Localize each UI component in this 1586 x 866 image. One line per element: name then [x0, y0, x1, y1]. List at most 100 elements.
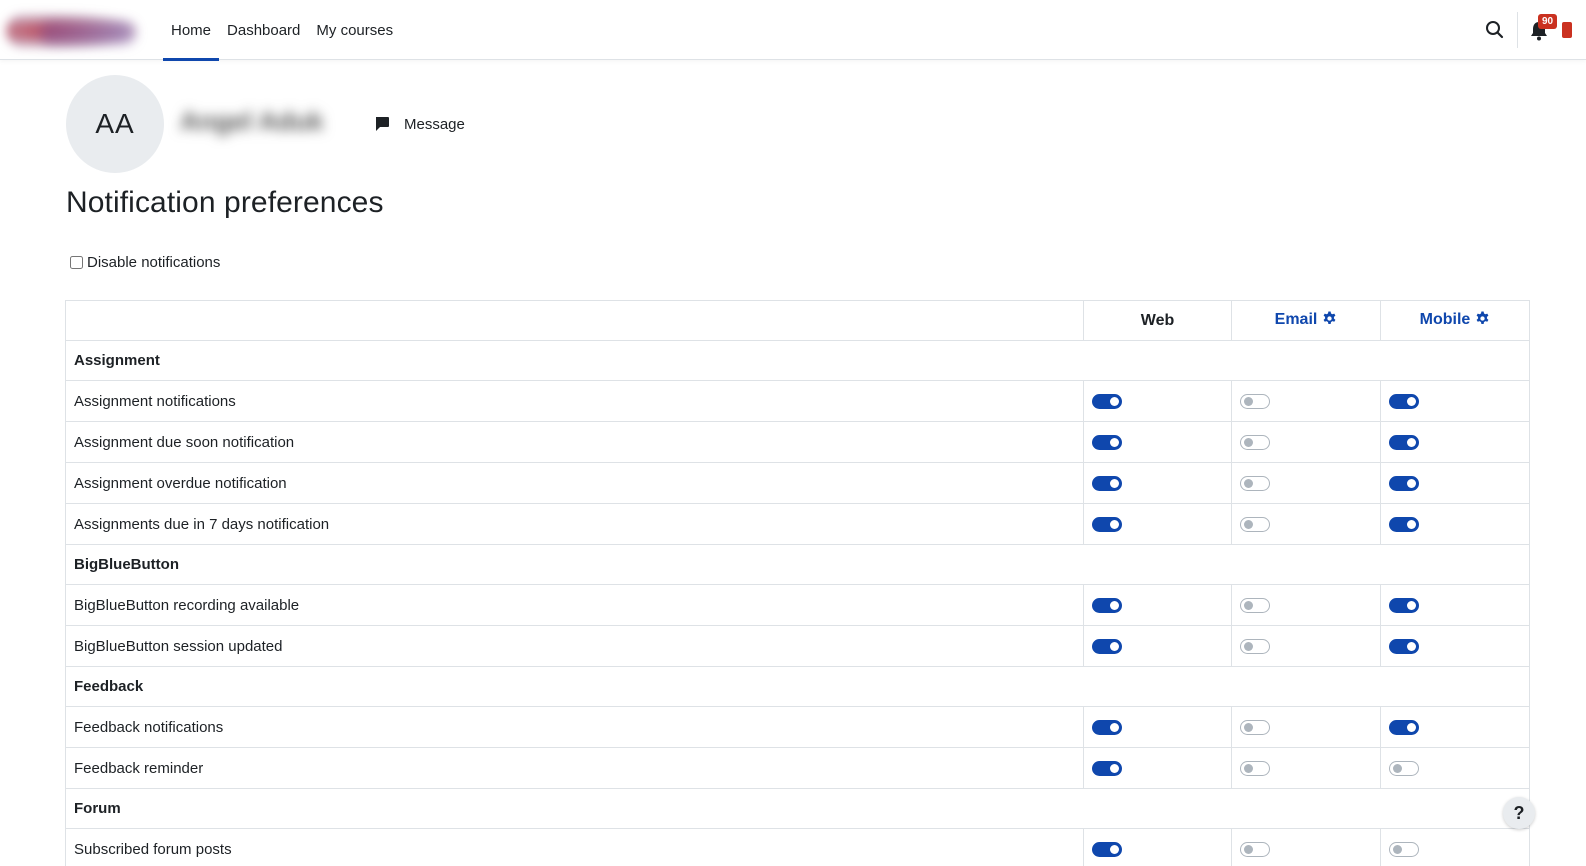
user-menu-icon[interactable] — [1562, 22, 1572, 38]
toggle-cell-web — [1083, 421, 1232, 463]
search-button[interactable] — [1484, 18, 1506, 42]
preference-label: Assignment overdue notification — [65, 462, 1084, 504]
preference-label: Assignments due in 7 days notification — [65, 503, 1084, 545]
toggle-knob — [1110, 764, 1119, 774]
table-row: Subscribed forum posts — [65, 828, 1530, 866]
toggle-cell-email — [1231, 584, 1381, 626]
primary-navigation: Home Dashboard My courses — [163, 0, 401, 61]
mobile-toggle-switch[interactable] — [1389, 394, 1419, 410]
toggle-cell-mobile — [1380, 747, 1530, 789]
toggle-cell-email — [1231, 828, 1381, 866]
nav-item-home[interactable]: Home — [163, 0, 220, 61]
toggle-knob — [1244, 601, 1253, 611]
header-spacer — [65, 300, 1084, 341]
table-row: Assignment overdue notification — [65, 462, 1530, 504]
toggle-cell-web — [1083, 625, 1232, 667]
table-row: BigBlueButton recording available — [65, 584, 1530, 626]
column-header-email[interactable]: Email — [1231, 300, 1381, 341]
column-header-mobile[interactable]: Mobile — [1380, 300, 1530, 341]
disable-notifications-checkbox[interactable] — [70, 255, 83, 269]
toggle-knob — [1110, 642, 1119, 652]
mobile-toggle-switch[interactable] — [1389, 598, 1419, 614]
message-icon — [376, 117, 389, 131]
email-toggle-switch[interactable] — [1240, 639, 1270, 655]
web-toggle-switch[interactable] — [1092, 761, 1122, 777]
site-logo[interactable] — [0, 0, 150, 60]
toggle-cell-email — [1231, 625, 1381, 667]
preference-label: Assignment due soon notification — [65, 421, 1084, 463]
preference-label: Subscribed forum posts — [65, 828, 1084, 866]
logo-text — [40, 22, 135, 44]
toggle-knob — [1110, 397, 1119, 407]
preference-label: Feedback notifications — [65, 706, 1084, 748]
mobile-toggle-switch[interactable] — [1389, 842, 1419, 858]
mobile-toggle-switch[interactable] — [1389, 435, 1419, 451]
toggle-cell-email — [1231, 462, 1381, 504]
top-navbar: Home Dashboard My courses — [0, 0, 1586, 61]
email-toggle-switch[interactable] — [1240, 476, 1270, 492]
help-button[interactable]: ? — [1503, 797, 1535, 829]
preference-label: BigBlueButton recording available — [65, 584, 1084, 626]
nav-item-dashboard[interactable]: Dashboard — [219, 0, 308, 60]
email-toggle-switch[interactable] — [1240, 517, 1270, 533]
web-toggle-switch[interactable] — [1092, 435, 1122, 451]
web-toggle-switch[interactable] — [1092, 842, 1122, 858]
toggle-cell-web — [1083, 503, 1232, 545]
toggle-knob — [1407, 601, 1416, 611]
toggle-knob — [1244, 723, 1253, 733]
gear-icon[interactable] — [1322, 310, 1337, 331]
toggle-knob — [1110, 723, 1119, 733]
table-row: Assignment notifications — [65, 380, 1530, 422]
mobile-toggle-switch[interactable] — [1389, 476, 1419, 492]
web-toggle-switch[interactable] — [1092, 639, 1122, 655]
toggle-cell-mobile — [1380, 380, 1530, 422]
toggle-cell-email — [1231, 503, 1381, 545]
email-toggle-switch[interactable] — [1240, 394, 1270, 410]
notification-count-badge: 90 — [1538, 14, 1557, 29]
group-row: Feedback — [65, 666, 1530, 707]
web-toggle-switch[interactable] — [1092, 598, 1122, 614]
toggle-cell-mobile — [1380, 828, 1530, 866]
mobile-toggle-switch[interactable] — [1389, 720, 1419, 736]
web-toggle-switch[interactable] — [1092, 394, 1122, 410]
group-heading: Feedback — [65, 666, 1530, 707]
mobile-toggle-switch[interactable] — [1389, 517, 1419, 533]
avatar: AA — [66, 75, 164, 173]
group-row: Assignment — [65, 340, 1530, 381]
toggle-knob — [1407, 723, 1416, 733]
preference-label: Feedback reminder — [65, 747, 1084, 789]
email-toggle-switch[interactable] — [1240, 761, 1270, 777]
toggle-cell-mobile — [1380, 625, 1530, 667]
email-toggle-switch[interactable] — [1240, 435, 1270, 451]
email-toggle-switch[interactable] — [1240, 598, 1270, 614]
toggle-cell-mobile — [1380, 421, 1530, 463]
preference-label: Assignment notifications — [65, 380, 1084, 422]
toggle-knob — [1244, 845, 1253, 855]
web-toggle-switch[interactable] — [1092, 476, 1122, 492]
gear-icon[interactable] — [1475, 310, 1490, 331]
toggle-cell-web — [1083, 747, 1232, 789]
toggle-cell-email — [1231, 380, 1381, 422]
message-label: Message — [404, 115, 465, 133]
email-toggle-switch[interactable] — [1240, 842, 1270, 858]
toggle-knob — [1244, 764, 1253, 774]
toggle-cell-web — [1083, 584, 1232, 626]
group-heading: BigBlueButton — [65, 544, 1530, 585]
toggle-cell-email — [1231, 421, 1381, 463]
message-button[interactable]: Message — [374, 112, 465, 136]
toggle-cell-mobile — [1380, 706, 1530, 748]
mobile-toggle-switch[interactable] — [1389, 761, 1419, 777]
mobile-toggle-switch[interactable] — [1389, 639, 1419, 655]
toggle-cell-web — [1083, 828, 1232, 866]
web-toggle-switch[interactable] — [1092, 517, 1122, 533]
disable-notifications-label: Disable notifications — [87, 253, 221, 271]
user-name: Angel Aduk — [180, 106, 324, 136]
toggle-knob — [1110, 520, 1119, 530]
column-header-web: Web — [1083, 300, 1232, 341]
email-toggle-switch[interactable] — [1240, 720, 1270, 736]
toggle-knob — [1110, 601, 1119, 611]
nav-item-my-courses[interactable]: My courses — [308, 0, 401, 60]
page-title: Notification preferences — [66, 186, 384, 219]
web-toggle-switch[interactable] — [1092, 720, 1122, 736]
table-row: Assignments due in 7 days notification — [65, 503, 1530, 545]
